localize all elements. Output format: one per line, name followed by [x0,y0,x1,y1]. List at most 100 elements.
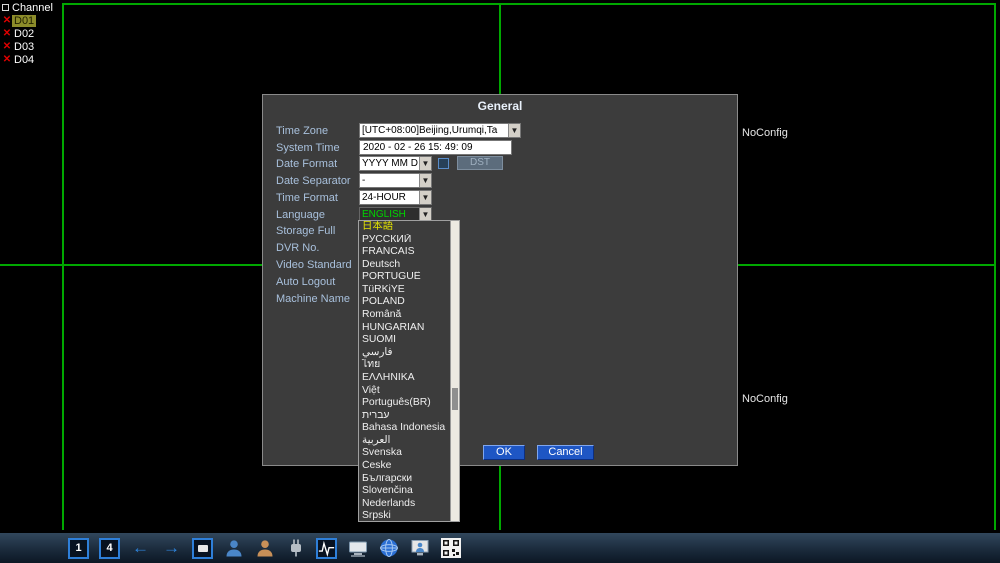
waveform-button[interactable] [316,537,337,559]
channel-label: D04 [14,53,35,66]
single-view-button[interactable]: 1 [68,537,89,559]
time-zone-select[interactable]: [UTC+08:00]Beijing,Urumqi,Ta ▼ [359,123,521,138]
dropdown-scrollbar-thumb[interactable] [452,388,458,410]
person-icon [257,540,272,557]
dvr-screen: Channel ✕ D01 ✕ D02 ✕ D03 ✕ D04 NoConfig… [0,0,1000,563]
language-option[interactable]: Srpski [359,510,459,523]
language-option[interactable]: Deutsch [359,259,459,272]
channel-item-d03[interactable]: ✕ D03 [2,40,62,53]
disconnected-x-icon: ✕ [2,15,12,26]
quad-view-label: 4 [106,542,113,554]
auto-logout-label: Auto Logout [276,276,336,288]
time-format-label: Time Format [276,192,338,204]
storage-full-label: Storage Full [276,225,336,237]
language-option[interactable]: 日本語 [359,221,459,234]
qr-code-icon [440,538,461,558]
disconnected-x-icon: ✕ [2,28,12,39]
language-option[interactable]: Bahasa Indonesia [359,422,459,435]
ok-button[interactable]: OK [483,445,525,460]
language-option[interactable]: Nederlands [359,498,459,511]
language-option[interactable]: РУССКИЙ [359,234,459,247]
single-view-label: 1 [75,542,82,554]
language-option[interactable]: SUOMI [359,334,459,347]
dropdown-scrollbar[interactable] [450,221,459,521]
bottom-toolbar: 1 4 ← → [0,533,1000,563]
date-format-select[interactable]: YYYY MM D ▼ [359,156,432,171]
disconnected-x-icon: ✕ [2,54,12,65]
chevron-down-icon[interactable]: ▼ [508,124,520,137]
date-separator-value: - [362,175,366,186]
chevron-down-icon[interactable]: ▼ [419,157,431,170]
time-format-select[interactable]: 24-HOUR ▼ [359,190,432,205]
grid-line-top [62,3,996,5]
time-zone-value: [UTC+08:00]Beijing,Urumqi,Ta [362,125,498,136]
dst-button[interactable]: DST [457,156,503,170]
chevron-down-icon[interactable]: ▼ [419,174,431,187]
person-at-screen-icon [411,540,428,556]
monitor-icon [348,541,367,557]
cancel-button[interactable]: Cancel [537,445,594,460]
date-format-value: YYYY MM D [362,158,418,169]
language-option[interactable]: PORTUGUÊ [359,271,459,284]
user-admin-button[interactable] [254,538,275,559]
language-option[interactable]: FRANCAIS [359,246,459,259]
grid-line-left [62,3,64,530]
channel-item-d02[interactable]: ✕ D02 [2,27,62,40]
playback-button[interactable] [192,537,213,559]
language-option[interactable]: Română [359,309,459,322]
channel-label: D03 [14,40,35,53]
channel-label: D01 [12,14,37,27]
noconfig-label: NoConfig [742,127,788,139]
plug-icon [290,539,301,557]
noconfig-label: NoConfig [742,393,788,405]
language-option[interactable]: TüRKiYE [359,284,459,297]
language-option[interactable]: Česke [359,460,459,473]
dvr-no-label: DVR No. [276,242,320,254]
language-option[interactable]: Slovenčina [359,485,459,498]
language-option[interactable]: فارسي [359,347,459,360]
language-option[interactable]: ΕΛΛΗΝΙΚΑ [359,372,459,385]
date-separator-select[interactable]: - ▼ [359,173,432,188]
language-option[interactable]: Português(BR) [359,397,459,410]
dst-checkbox[interactable] [438,158,449,169]
system-time-label: System Time [276,142,340,154]
language-option[interactable]: Svenska [359,447,459,460]
channel-panel-header: Channel [2,1,62,14]
qr-code-button[interactable] [440,538,461,559]
previous-channel-button[interactable]: ← [130,538,151,559]
globe-icon [379,539,398,557]
channel-panel: Channel ✕ D01 ✕ D02 ✕ D03 ✕ D04 [2,1,62,66]
pc-client-button[interactable] [347,538,368,559]
language-option[interactable]: HUNGARIAN [359,322,459,335]
network-globe-button[interactable] [378,538,399,559]
language-option[interactable]: Български [359,473,459,486]
channel-item-d01[interactable]: ✕ D01 [2,14,62,27]
channel-list-icon [2,4,9,11]
language-option[interactable]: עברית [359,410,459,423]
quad-view-button[interactable]: 4 [99,537,120,559]
usb-plug-button[interactable] [285,538,306,559]
user-blue-button[interactable] [223,538,244,559]
general-dialog: General Time Zone [UTC+08:00]Beijing,Uru… [262,94,738,466]
system-time-input[interactable]: 2020 - 02 - 26 15: 49: 09 [359,140,512,155]
channel-item-d04[interactable]: ✕ D04 [2,53,62,66]
date-format-label: Date Format [276,158,338,170]
language-dropdown-list: 日本語 РУССКИЙ FRANCAIS Deutsch PORTUGUÊ Tü… [358,220,460,522]
screen-icon [197,544,208,552]
waveform-icon [318,540,335,557]
date-separator-label: Date Separator [276,175,351,187]
language-option[interactable]: POLAND [359,296,459,309]
chevron-down-icon[interactable]: ▼ [419,191,431,204]
language-option[interactable]: العربية [359,435,459,448]
operator-button[interactable] [409,538,430,559]
channel-panel-title: Channel [12,1,53,14]
language-option[interactable]: Việt [359,385,459,398]
next-channel-button[interactable]: → [161,538,182,559]
person-icon [226,540,241,557]
disconnected-x-icon: ✕ [2,41,12,52]
language-option[interactable]: ไทย [359,359,459,372]
dialog-title: General [477,99,523,113]
time-zone-label: Time Zone [276,125,329,137]
grid-line-right [994,3,996,530]
language-label: Language [276,209,325,221]
